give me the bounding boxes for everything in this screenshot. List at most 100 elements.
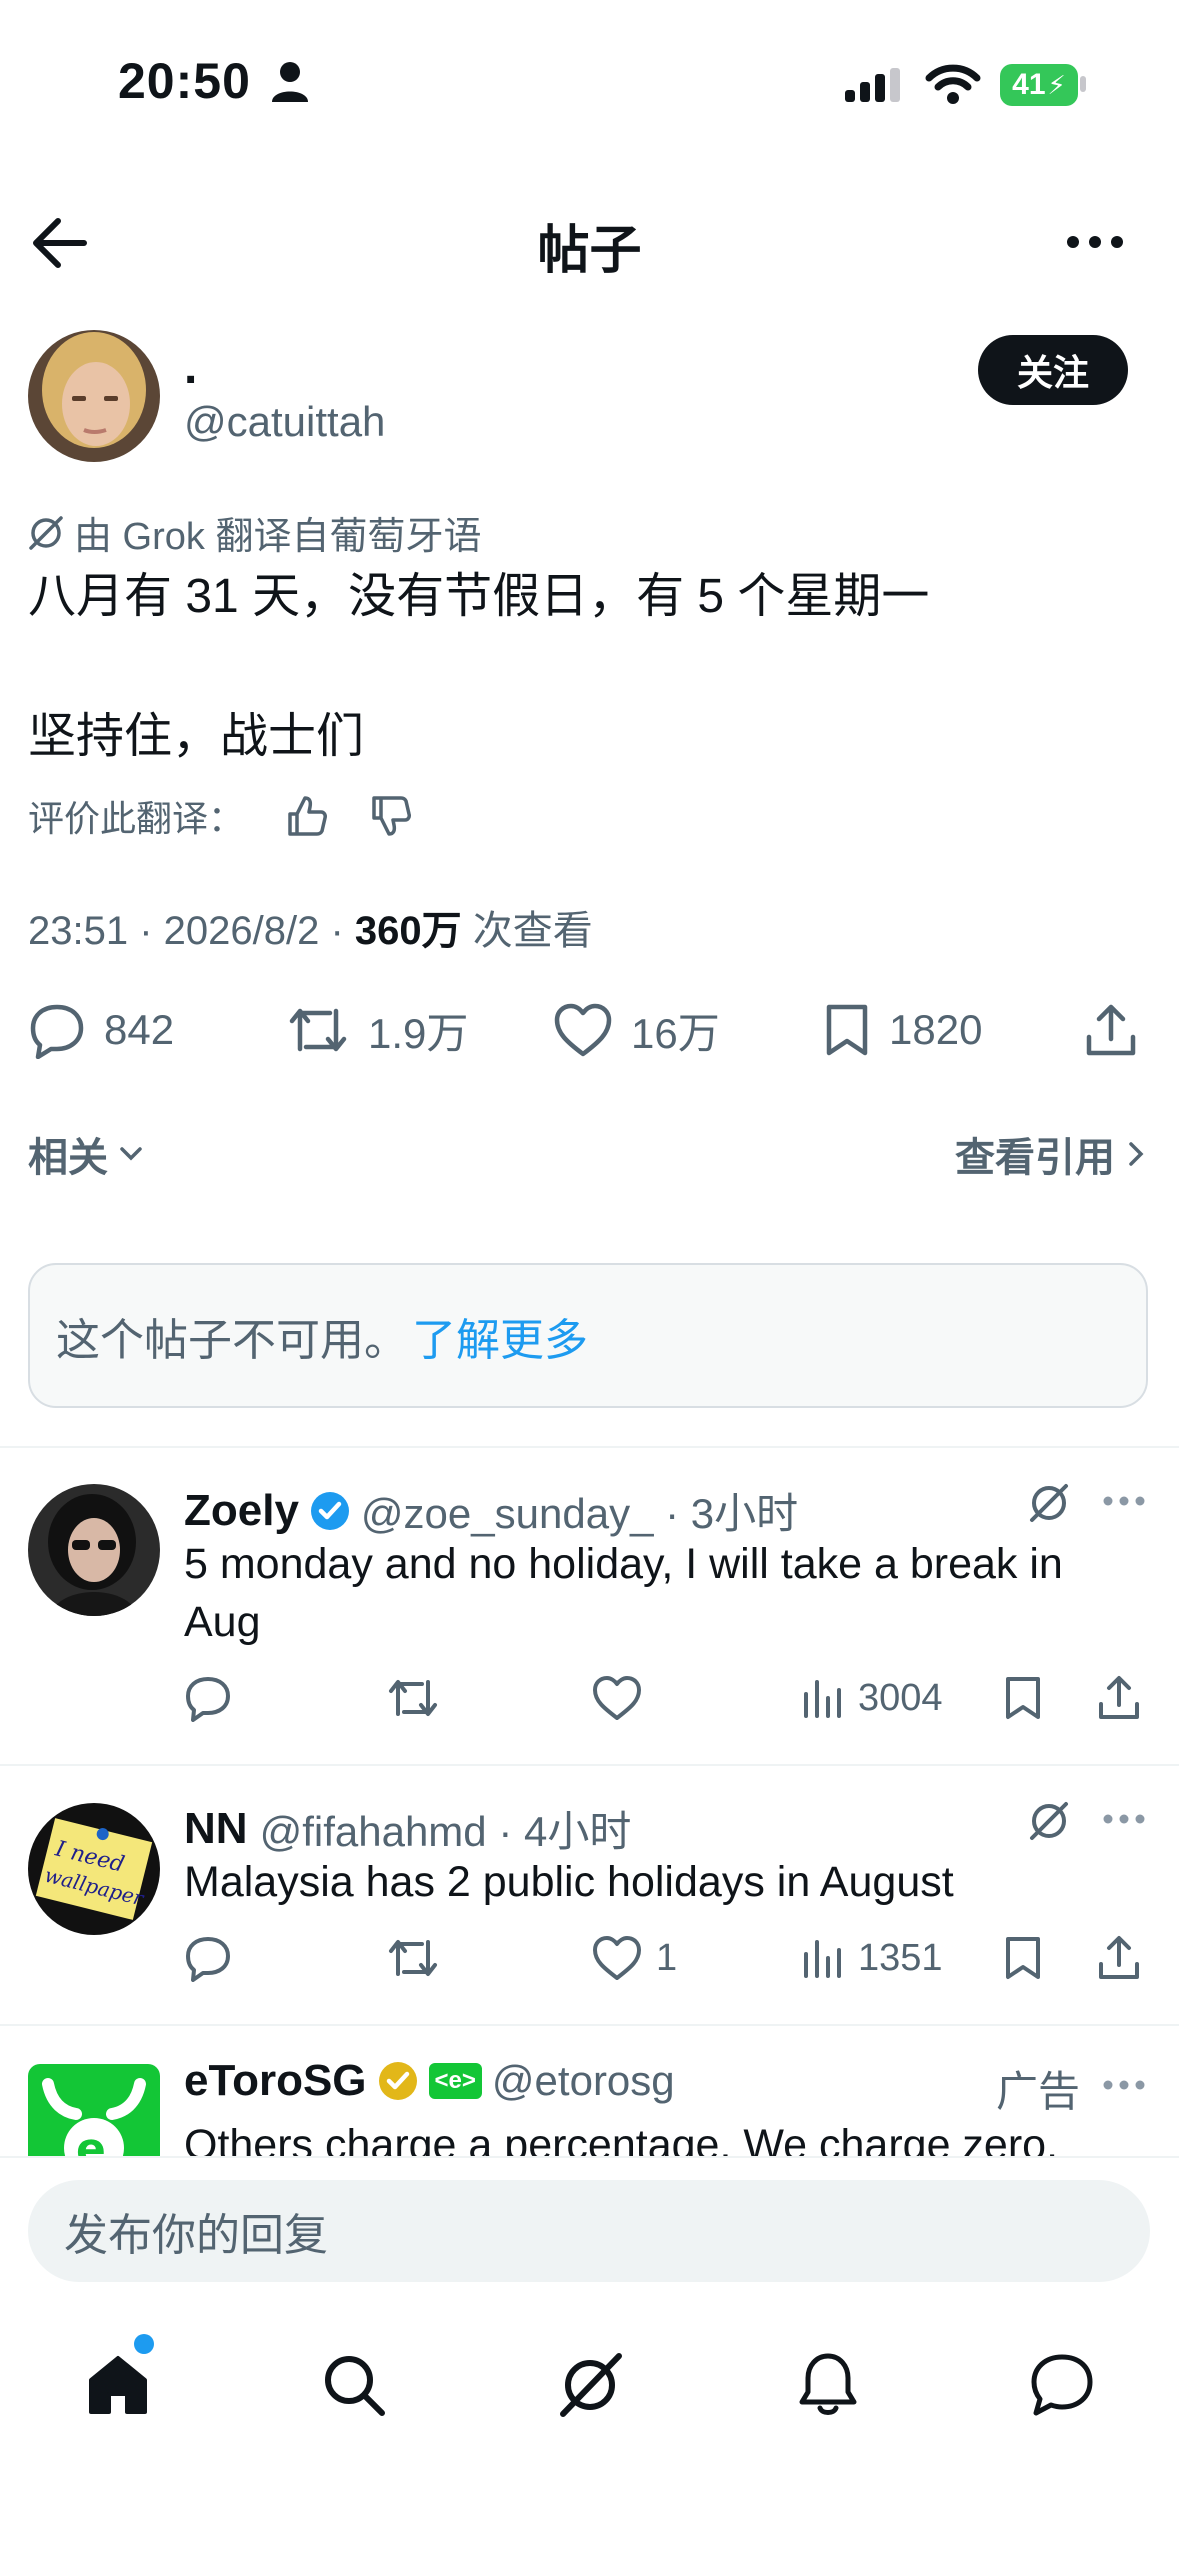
chat-bubble-icon	[1031, 2354, 1093, 2416]
etoro-logo: e	[28, 2064, 160, 2156]
more-options-icon[interactable]	[1065, 230, 1125, 254]
unavailable-post-card: 这个帖子不可用。 了解更多	[28, 1263, 1148, 1408]
more-options-icon[interactable]	[1102, 1494, 1146, 1508]
reply-icon	[186, 1937, 230, 1982]
rate-translation-label: 评价此翻译：	[28, 798, 245, 839]
follow-button[interactable]: 关注	[978, 335, 1128, 405]
bookmark-icon	[826, 1004, 868, 1056]
post-text-line-1: 八月有 31 天，没有节假日，有 5 个星期一	[28, 570, 930, 623]
reply-avatar[interactable]	[28, 1484, 160, 1616]
grok-icon[interactable]	[1028, 1800, 1070, 1842]
chevron-right-icon	[1129, 1142, 1144, 1166]
share-action[interactable]	[1096, 1670, 1142, 1726]
battery-cap	[1080, 76, 1086, 92]
repost-action[interactable]	[386, 1670, 440, 1726]
divider	[0, 1446, 1179, 1448]
analytics-icon	[804, 1680, 841, 1718]
affiliate-badge: <e>	[428, 2063, 482, 2099]
like-count: 1	[656, 1936, 678, 1979]
reply-avatar[interactable]: I need wallpaper	[28, 1803, 160, 1935]
repost-action[interactable]	[386, 1930, 440, 1986]
post-timestamp: 23:51 · 2026/8/2 ·	[28, 909, 355, 953]
views-count: 3004	[858, 1676, 943, 1719]
bookmark-action[interactable]	[1003, 1670, 1043, 1726]
views-action[interactable]: 3004	[800, 1670, 943, 1726]
thumbs-down-icon[interactable]	[368, 794, 412, 838]
translation-note-text: 由 Grok 翻译自葡萄牙语	[74, 516, 482, 558]
post-text: 八月有 31 天，没有节假日，有 5 个星期一 坚持住，战士们	[28, 562, 929, 772]
tab-home[interactable]	[78, 2345, 158, 2425]
share-icon	[1086, 1004, 1136, 1056]
view-quotes-label: 查看引用	[955, 1136, 1115, 1180]
analytics-icon	[804, 1940, 841, 1978]
reply-author-name[interactable]: Zoely	[184, 1486, 299, 1536]
share-action[interactable]	[1096, 1930, 1142, 1986]
repost-icon	[289, 1008, 347, 1052]
like-count: 16万	[631, 1009, 720, 1057]
reply-text: 5 monday and no holiday, I will take a b…	[184, 1540, 1063, 1646]
more-options-icon[interactable]	[1102, 1812, 1146, 1826]
grok-icon	[28, 515, 64, 551]
divider	[0, 1764, 1179, 1766]
related-toggle[interactable]: 相关	[28, 1125, 146, 1183]
verified-badge-icon	[309, 1490, 351, 1532]
reply-header: Zoely @zoe_sunday_ · 3小时	[184, 1480, 798, 1541]
cellular-signal-icon	[845, 68, 905, 108]
learn-more-link[interactable]: 了解更多	[412, 1304, 588, 1368]
tab-notifications[interactable]	[788, 2345, 868, 2425]
bookmark-icon	[1006, 1937, 1040, 1979]
views-count: 360万	[354, 909, 462, 953]
share-action[interactable]	[1083, 995, 1139, 1065]
like-action[interactable]: 16万	[553, 995, 720, 1065]
reply-action[interactable]	[184, 1930, 232, 1986]
reply-handle[interactable]: @zoe_sunday_ · 3小时	[361, 1480, 798, 1541]
repost-icon	[389, 1940, 437, 1976]
share-icon	[1099, 1676, 1139, 1719]
notification-dot	[134, 2334, 154, 2354]
ad-post[interactable]: e eToroSG <e> @etorosg 广告 Others charge …	[0, 2026, 1179, 2156]
svg-text:e: e	[76, 2124, 106, 2156]
reply-input[interactable]: 发布你的回复	[28, 2180, 1150, 2282]
more-options-icon[interactable]	[1102, 2078, 1146, 2092]
like-action[interactable]: 1	[592, 1930, 677, 1986]
reply-header: NN @fifahahmd · 4小时	[184, 1798, 631, 1859]
grok-icon[interactable]	[1028, 1482, 1070, 1524]
ad-author-name[interactable]: eToroSG	[184, 2056, 367, 2106]
bookmark-action[interactable]: 1820	[823, 995, 982, 1065]
author-avatar[interactable]	[28, 330, 160, 462]
like-action[interactable]	[592, 1670, 656, 1726]
battery-indicator: 41 ⚡	[1000, 64, 1078, 106]
views-label: 次查看	[461, 909, 593, 953]
ad-handle[interactable]: @etorosg	[492, 2057, 675, 2105]
post-text-line-2: 坚持住，战士们	[28, 710, 365, 763]
bookmark-action[interactable]	[1003, 1930, 1043, 1986]
thumbs-up-icon[interactable]	[284, 794, 328, 838]
author-name[interactable]: .	[184, 340, 197, 395]
grok-icon	[560, 2353, 622, 2417]
bookmark-icon	[1006, 1677, 1040, 1719]
tab-messages[interactable]	[1022, 2345, 1102, 2425]
home-icon	[89, 2356, 147, 2414]
reply-author-name[interactable]: NN	[184, 1804, 248, 1854]
translation-note[interactable]: 由 Grok 翻译自葡萄牙语	[28, 505, 481, 560]
tab-grok[interactable]	[550, 2345, 630, 2425]
reply-handle[interactable]: @fifahahmd · 4小时	[260, 1798, 632, 1859]
repost-action[interactable]: 1.9万	[286, 995, 468, 1065]
tab-search[interactable]	[314, 2345, 394, 2425]
chevron-down-icon	[120, 1147, 142, 1161]
reply-action[interactable]: 842	[28, 995, 174, 1065]
unavailable-text: 这个帖子不可用。	[56, 1315, 408, 1365]
author-handle[interactable]: @catuittah	[184, 398, 385, 446]
repost-count: 1.9万	[368, 1009, 469, 1057]
reply-icon	[186, 1677, 230, 1722]
heart-icon	[554, 1003, 612, 1057]
related-label: 相关	[28, 1136, 108, 1180]
reply-action[interactable]	[184, 1670, 232, 1726]
views-action[interactable]: 1351	[800, 1930, 943, 1986]
ad-text: Others charge a percentage. We charge ze…	[184, 2121, 1059, 2156]
view-quotes-link[interactable]: 查看引用	[955, 1125, 1149, 1183]
reply-text: Malaysia has 2 public holidays in August	[184, 1858, 954, 1906]
repost-icon	[389, 1680, 437, 1716]
divider	[0, 2156, 1179, 2158]
bookmark-count: 1820	[889, 1006, 983, 1053]
